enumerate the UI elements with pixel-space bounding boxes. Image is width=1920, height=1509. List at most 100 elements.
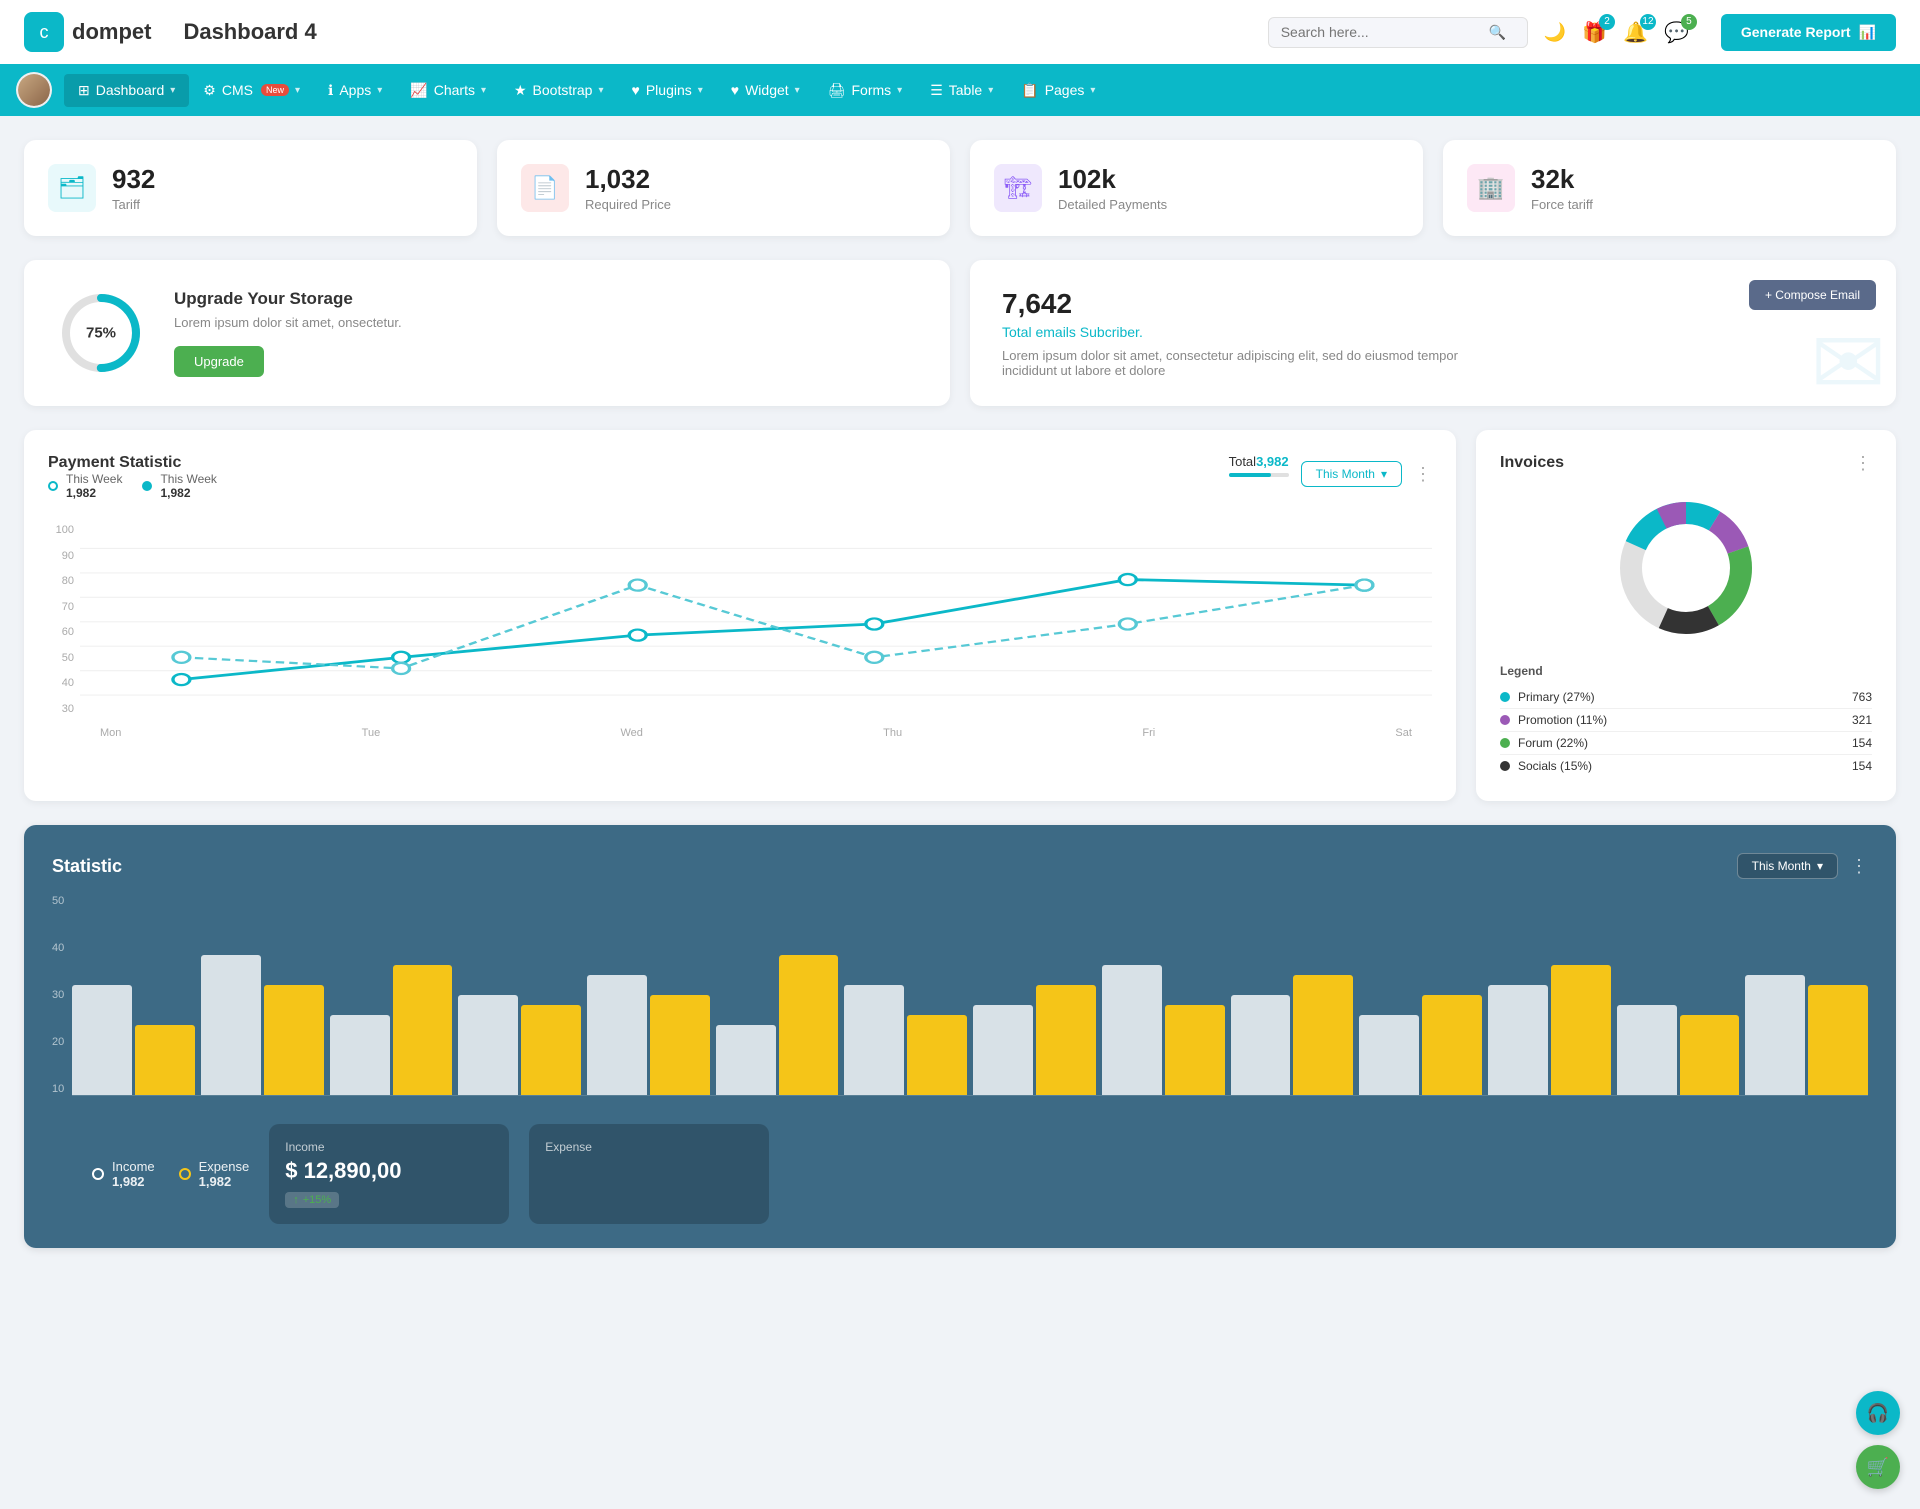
x-mon: Mon <box>100 727 121 739</box>
nav-label-table: Table <box>949 82 982 98</box>
legend-row-forum: Forum (22%) 154 <box>1500 732 1872 755</box>
bar-group-13 <box>1745 975 1868 1095</box>
chat-btn[interactable]: 💬 5 <box>1664 20 1689 45</box>
y-10: 10 <box>52 1083 64 1095</box>
upgrade-button[interactable]: Upgrade <box>174 346 264 377</box>
legend-label-promotion: Promotion (11%) <box>1518 713 1607 727</box>
invoices-more-icon[interactable]: ⋮ <box>1854 454 1872 472</box>
star-icon: ★ <box>514 82 527 99</box>
bar-yellow-5 <box>779 955 839 1095</box>
more-options-icon[interactable]: ⋮ <box>1414 465 1432 483</box>
legend-title: Legend <box>1500 664 1872 678</box>
y-70: 70 <box>48 601 74 613</box>
detailed-payments-number: 102k <box>1058 164 1167 195</box>
pages-icon: 📋 <box>1021 82 1038 99</box>
bar-yellow-2 <box>393 965 453 1095</box>
storage-card: 75% Upgrade Your Storage Lorem ipsum dol… <box>24 260 950 406</box>
bar-yellow-8 <box>1165 1005 1225 1095</box>
bell-badge: 12 <box>1640 14 1656 30</box>
statistic-more-icon[interactable]: ⋮ <box>1850 857 1868 875</box>
required-price-number: 1,032 <box>585 164 671 195</box>
income-legend-value: 1,982 <box>112 1174 155 1189</box>
income-detail-panel: Income $ 12,890,00 ↑ +15% <box>269 1124 509 1224</box>
fab-cart-button[interactable]: 🛒 <box>1856 1445 1900 1489</box>
fab-support-button[interactable]: 🎧 <box>1856 1391 1900 1435</box>
nav-item-table[interactable]: ☰ Table ▾ <box>916 74 1007 107</box>
statistic-controls: This Month ▾ ⋮ <box>1737 853 1868 879</box>
search-input[interactable] <box>1281 24 1481 40</box>
nav-item-forms[interactable]: 🖨 Forms ▾ <box>814 74 916 107</box>
this-month-button[interactable]: This Month ▾ <box>1301 461 1402 487</box>
stat-card-detailed-payments: 🏗 102k Detailed Payments <box>970 140 1423 236</box>
nav-item-widget[interactable]: ♥ Widget ▾ <box>717 74 814 106</box>
storage-percentage: 75% <box>86 325 116 342</box>
stat-card-tariff: 🗂 932 Tariff <box>24 140 477 236</box>
compose-email-button[interactable]: + Compose Email <box>1749 280 1876 310</box>
generate-report-button[interactable]: Generate Report 📊 <box>1721 14 1896 51</box>
statistic-month-label: This Month <box>1752 859 1811 873</box>
bar-group-2 <box>330 965 453 1095</box>
search-bar[interactable]: 🔍 <box>1268 17 1528 48</box>
storage-description: Lorem ipsum dolor sit amet, onsectetur. <box>174 315 402 330</box>
email-subscriber-number: 7,642 <box>1002 288 1864 320</box>
legend-item-1: This Week 1,982 <box>142 472 216 500</box>
chevron-down-icon-bootstrap: ▾ <box>598 85 603 96</box>
bar-white-9 <box>1231 995 1291 1095</box>
search-icon[interactable]: 🔍 <box>1489 24 1506 41</box>
bar-yellow-7 <box>1036 985 1096 1095</box>
statistic-bars-container <box>72 895 1868 1108</box>
force-tariff-info: 32k Force tariff <box>1531 164 1593 212</box>
bar-group-11 <box>1488 965 1611 1095</box>
nav-label-forms: Forms <box>851 82 891 98</box>
cart-icon: 🛒 <box>1867 1457 1889 1478</box>
nav-item-bootstrap[interactable]: ★ Bootstrap ▾ <box>500 74 618 107</box>
y-60: 60 <box>48 626 74 638</box>
nav-label-apps: Apps <box>339 82 371 98</box>
legend-color-forum <box>1500 738 1510 748</box>
income-badge: ↑ +15% <box>285 1192 339 1208</box>
chevron-down-icon-table: ▾ <box>988 85 993 96</box>
nav-item-dashboard[interactable]: ⊞ Dashboard ▾ <box>64 74 189 107</box>
income-amount: $ 12,890,00 <box>285 1158 493 1184</box>
invoices-legend: Legend Primary (27%) 763 Promotion (11%)… <box>1500 664 1872 777</box>
bar-yellow-0 <box>135 1025 195 1095</box>
bar-yellow-9 <box>1293 975 1353 1095</box>
storage-donut: 75% <box>56 288 146 378</box>
expense-panel-label: Expense <box>545 1140 753 1154</box>
y-50: 50 <box>52 895 64 907</box>
headset-icon: 🎧 <box>1867 1403 1889 1424</box>
legend-label-socials: Socials (15%) <box>1518 759 1592 773</box>
statistic-header: Statistic This Month ▾ ⋮ <box>52 853 1868 879</box>
bar-group-7 <box>973 985 1096 1095</box>
gift-badge: 2 <box>1599 14 1615 30</box>
notification-btn[interactable]: 🔔 12 <box>1623 20 1648 45</box>
nav-item-apps[interactable]: ℹ Apps ▾ <box>314 74 396 107</box>
table-icon: ☰ <box>930 82 943 99</box>
tariff-icon: 🗂 <box>48 164 96 212</box>
line-chart-svg <box>80 524 1432 724</box>
moon-icon[interactable]: 🌙 <box>1544 22 1566 43</box>
bar-group-1 <box>201 955 324 1095</box>
legend-value-forum: 154 <box>1852 736 1872 750</box>
gift-btn[interactable]: 🎁 2 <box>1582 20 1607 45</box>
statistic-card: Statistic This Month ▾ ⋮ 50 40 30 20 10 <box>24 825 1896 1248</box>
logo[interactable]: c dompet <box>24 12 151 52</box>
user-avatar[interactable] <box>16 72 52 108</box>
nav-label-charts: Charts <box>434 82 475 98</box>
line-chart-container: 100 90 80 70 60 50 40 30 <box>48 524 1432 739</box>
nav-item-pages[interactable]: 📋 Pages ▾ <box>1007 74 1109 107</box>
chat-badge: 5 <box>1681 14 1697 30</box>
x-axis-labels: Mon Tue Wed Thu Fri Sat <box>80 727 1432 739</box>
statistic-legend: Income 1,982 Expense 1,982 <box>92 1124 249 1224</box>
nav-item-charts[interactable]: 📈 Charts ▾ <box>396 74 500 107</box>
income-legend-dot <box>92 1168 104 1180</box>
nav-item-cms[interactable]: ⚙ CMS New ▾ <box>189 74 314 107</box>
email-card-subtitle: Total emails Subcriber. <box>1002 324 1864 340</box>
statistic-this-month-button[interactable]: This Month ▾ <box>1737 853 1838 879</box>
legend-color-promotion <box>1500 715 1510 725</box>
y-100: 100 <box>48 524 74 536</box>
chevron-down-icon-charts: ▾ <box>481 85 486 96</box>
fab-buttons: 🎧 🛒 <box>1856 1391 1900 1489</box>
nav-item-plugins[interactable]: ♥ Plugins ▾ <box>618 74 717 106</box>
nav-label-cms: CMS <box>222 82 253 98</box>
